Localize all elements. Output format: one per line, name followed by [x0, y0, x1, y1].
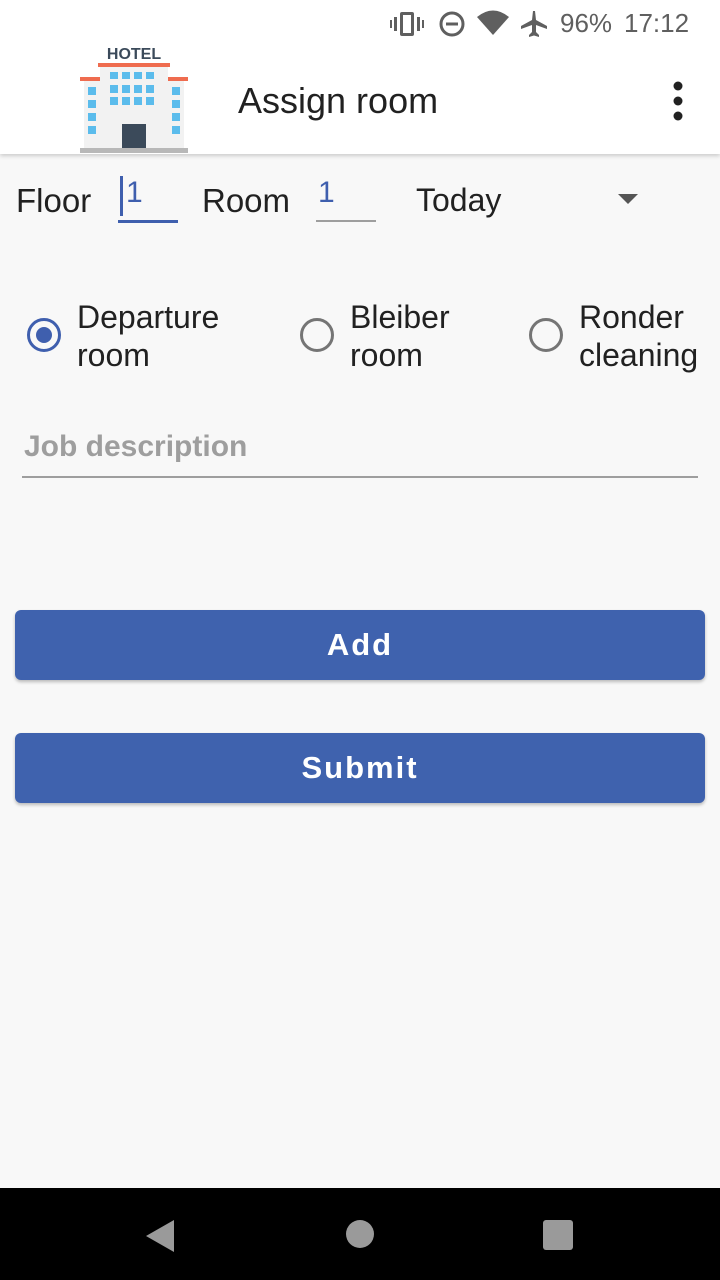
radio-label-line1: Bleiber	[350, 299, 450, 335]
dropdown-arrow-icon	[618, 194, 638, 204]
job-description-input[interactable]	[22, 426, 702, 468]
day-dropdown-value: Today	[416, 182, 502, 218]
recent-apps-icon[interactable]	[543, 1220, 573, 1250]
radio-label-line2: cleaning	[579, 337, 699, 373]
room-field-wrap	[316, 176, 380, 222]
home-icon[interactable]	[346, 1220, 374, 1248]
overflow-menu-icon[interactable]	[664, 80, 692, 122]
wifi-icon	[477, 10, 509, 35]
text-cursor	[120, 176, 123, 216]
floor-label: Floor	[16, 182, 92, 219]
room-input[interactable]	[316, 176, 380, 210]
radio-unchecked-icon	[300, 318, 334, 352]
day-dropdown[interactable]: Today	[410, 172, 650, 228]
radio-checked-icon	[27, 318, 61, 352]
room-label: Room	[202, 182, 291, 219]
airplane-icon	[521, 11, 547, 37]
dnd-icon	[439, 11, 465, 37]
radio-label-line2: room	[350, 337, 423, 373]
radio-label-line1: Departure	[77, 299, 220, 335]
radio-unchecked-icon	[529, 318, 563, 352]
battery-percent: 96%	[560, 8, 613, 38]
app-header: 96% 17:12 HOTEL Assign room	[0, 0, 720, 154]
floor-field-wrap	[118, 176, 188, 223]
submit-button[interactable]: Submit	[15, 733, 705, 803]
job-description-wrap	[22, 426, 702, 478]
floor-input[interactable]	[118, 176, 188, 210]
navigation-bar	[0, 1188, 720, 1280]
hotel-logo: HOTEL	[80, 46, 188, 153]
vibrate-icon	[390, 12, 424, 36]
add-button[interactable]: Add	[15, 610, 705, 680]
radio-label-line1: Ronder	[579, 299, 684, 335]
status-bar: 96% 17:12	[0, 0, 720, 48]
hotel-logo-text: HOTEL	[107, 46, 161, 63]
radio-label-line2: room	[77, 337, 150, 373]
page-title: Assign room	[238, 80, 439, 121]
status-time: 17:12	[624, 8, 690, 38]
back-icon[interactable]	[146, 1220, 174, 1252]
